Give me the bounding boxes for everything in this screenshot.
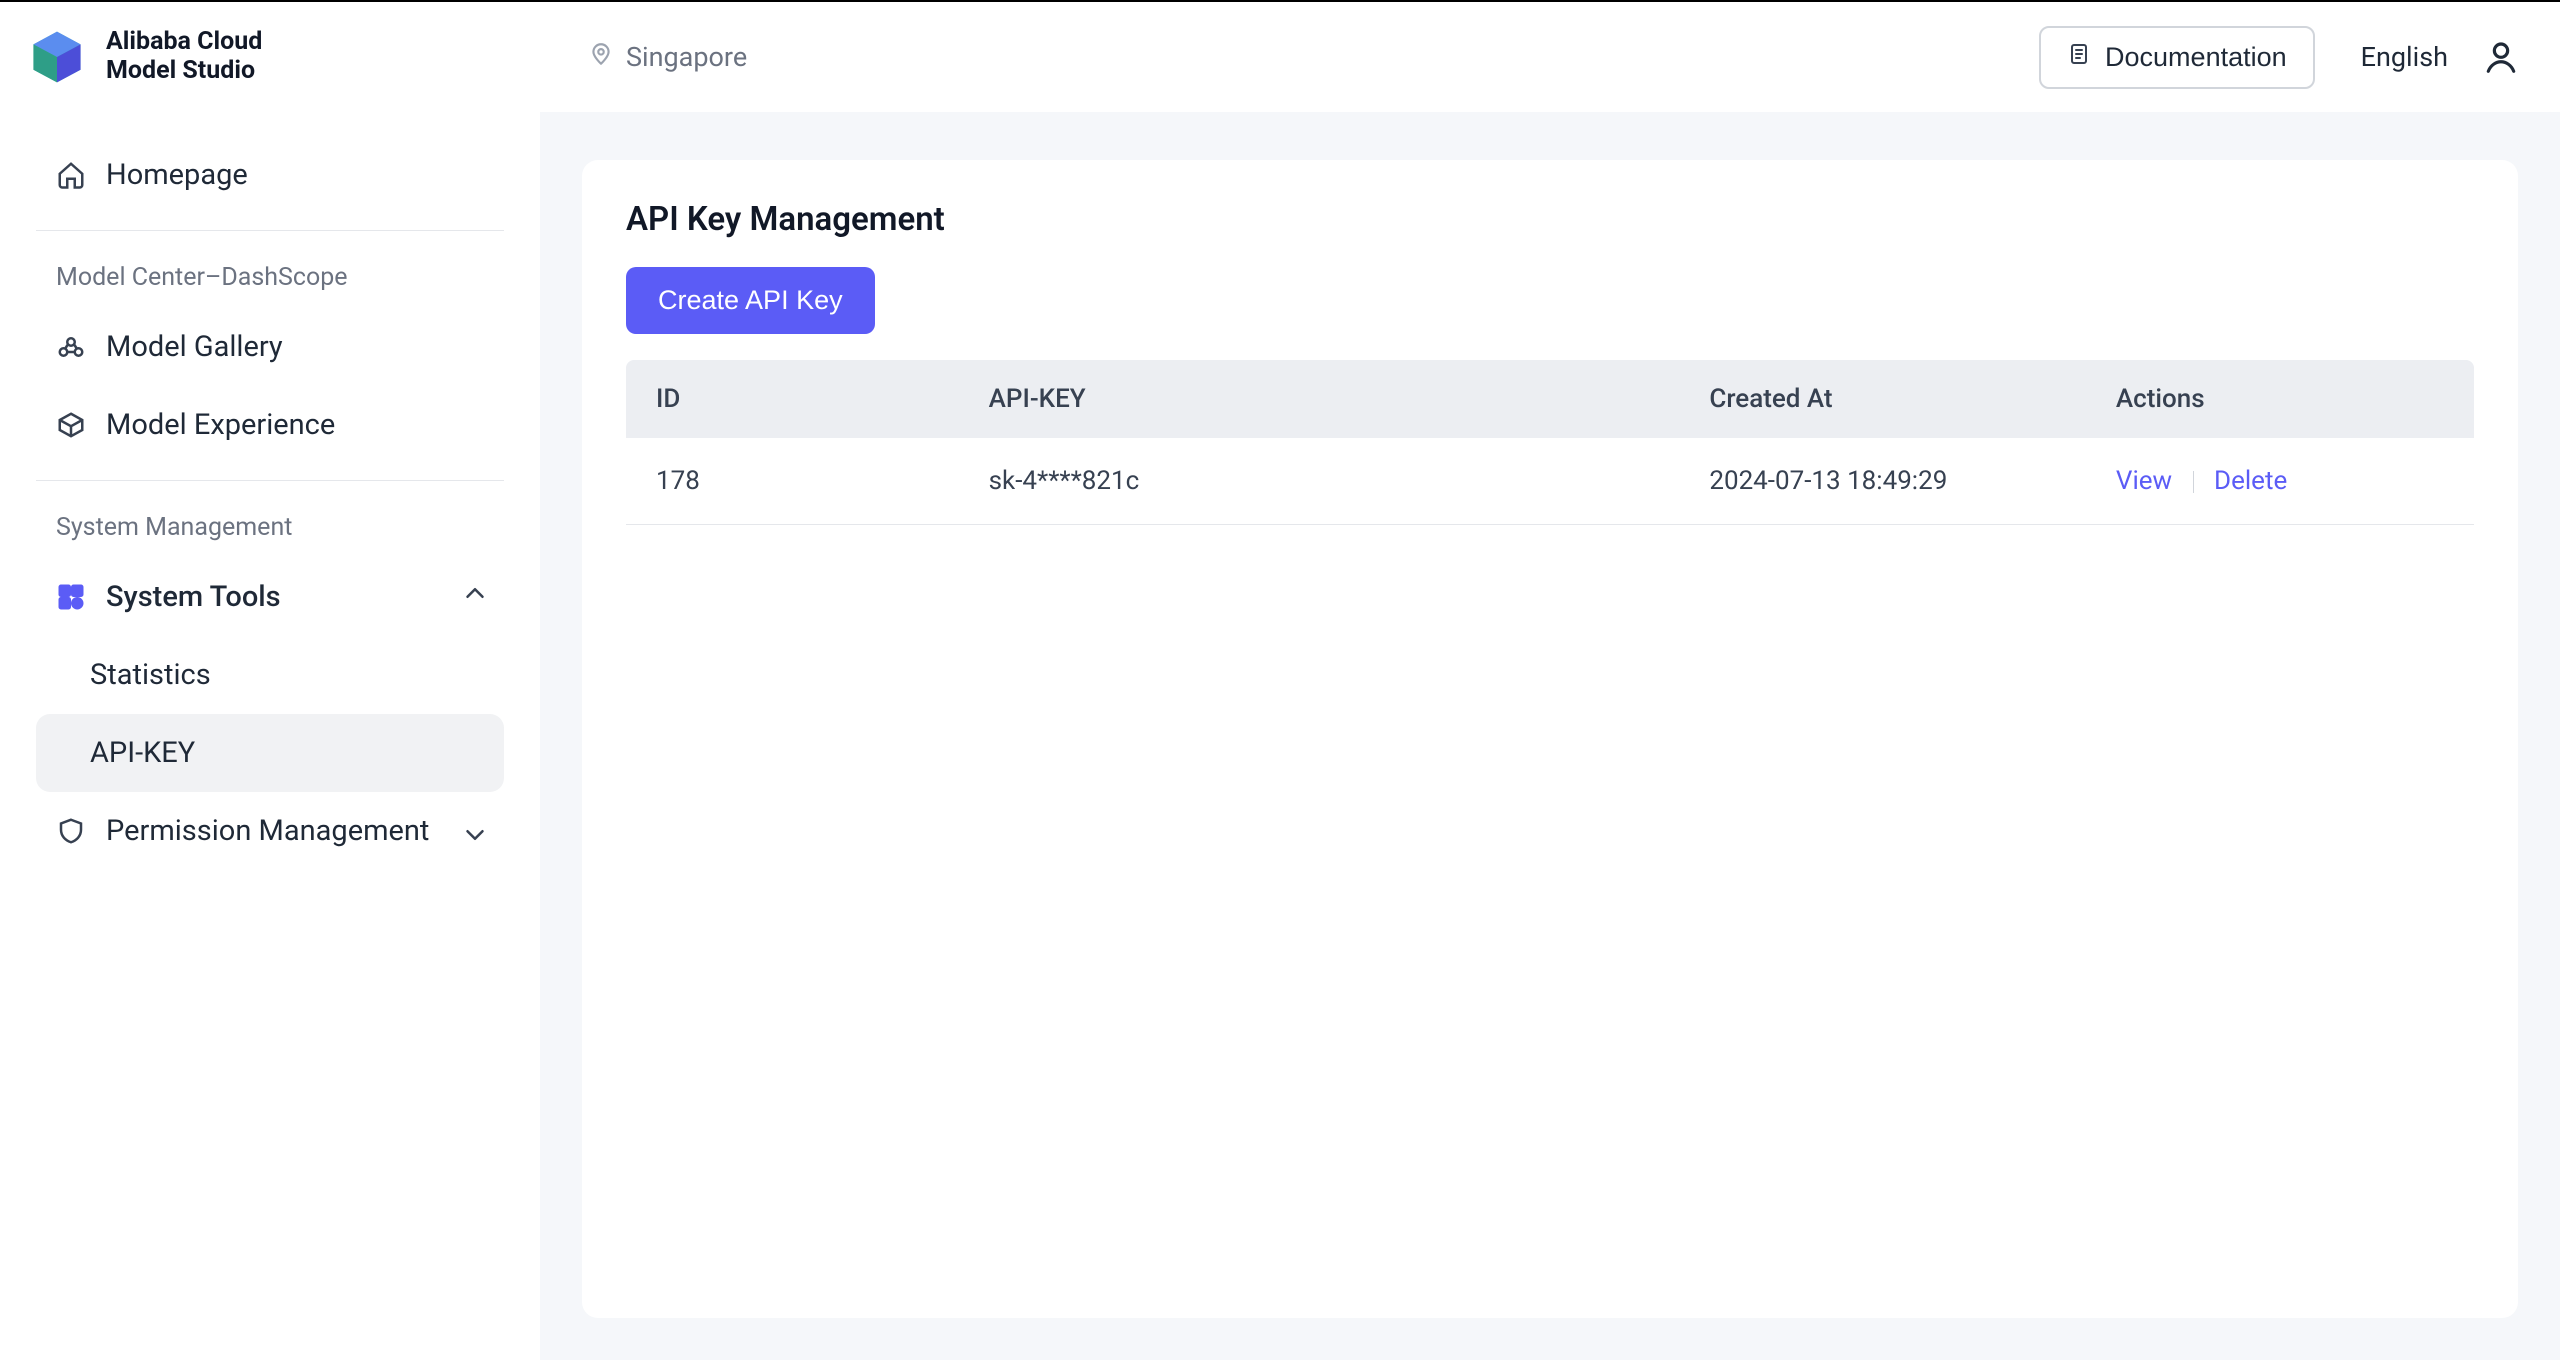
col-created-at: Created At [1679, 360, 2086, 438]
divider [36, 230, 504, 231]
topbar: Alibaba Cloud Model Studio Singapore Doc [0, 2, 2560, 112]
brand-line1: Alibaba Cloud [106, 28, 262, 57]
document-icon [2067, 42, 2091, 73]
sidebar-item-label: System Tools [106, 580, 281, 614]
shield-icon [56, 816, 86, 846]
tools-icon [56, 582, 86, 612]
cell-api-key: sk-4****821c [959, 438, 1680, 525]
action-separator [2193, 471, 2194, 493]
documentation-label: Documentation [2105, 42, 2287, 73]
sidebar-item-label: Permission Management [106, 814, 429, 848]
sidebar-item-homepage[interactable]: Homepage [36, 136, 504, 214]
sidebar-item-permission-management[interactable]: Permission Management [36, 792, 504, 870]
cell-created-at: 2024-07-13 18:49:29 [1679, 438, 2086, 525]
sidebar: Homepage Model Center–DashScope Model Ga… [0, 112, 540, 1360]
region-label: Singapore [626, 41, 747, 73]
gallery-icon [56, 332, 86, 362]
col-actions: Actions [2086, 360, 2474, 438]
chevron-down-icon [460, 812, 490, 850]
sidebar-section-model-center: Model Center–DashScope [36, 247, 504, 308]
col-id: ID [626, 360, 959, 438]
home-icon [56, 160, 86, 190]
sidebar-section-system-management: System Management [36, 497, 504, 558]
page-title: API Key Management [626, 200, 2474, 239]
cell-id: 178 [626, 438, 959, 525]
sidebar-item-statistics[interactable]: Statistics [36, 636, 504, 714]
sidebar-item-model-experience[interactable]: Model Experience [36, 386, 504, 464]
location-icon [588, 41, 614, 74]
cell-actions: View Delete [2086, 438, 2474, 525]
divider [36, 480, 504, 481]
chevron-up-icon [460, 578, 490, 616]
api-key-table: ID API-KEY Created At Actions 178 sk-4**… [626, 360, 2474, 525]
table-row: 178 sk-4****821c 2024-07-13 18:49:29 Vie… [626, 438, 2474, 525]
avatar[interactable] [2482, 38, 2520, 76]
brand[interactable]: Alibaba Cloud Model Studio [28, 28, 498, 86]
sidebar-item-label: API-KEY [90, 736, 195, 770]
card: API Key Management Create API Key ID API… [582, 160, 2518, 1318]
language-selector[interactable]: English [2361, 41, 2448, 73]
cube-icon [56, 410, 86, 440]
col-api-key: API-KEY [959, 360, 1680, 438]
sidebar-item-model-gallery[interactable]: Model Gallery [36, 308, 504, 386]
main: API Key Management Create API Key ID API… [540, 112, 2560, 1360]
brand-logo-icon [28, 28, 86, 86]
sidebar-item-label: Model Experience [106, 408, 335, 442]
region-selector[interactable]: Singapore [588, 41, 747, 74]
brand-line2: Model Studio [106, 57, 262, 86]
sidebar-item-label: Model Gallery [106, 330, 283, 364]
delete-link[interactable]: Delete [2214, 466, 2287, 496]
documentation-button[interactable]: Documentation [2039, 26, 2315, 89]
sidebar-item-api-key[interactable]: API-KEY [36, 714, 504, 792]
view-link[interactable]: View [2116, 466, 2172, 496]
sidebar-item-system-tools[interactable]: System Tools [36, 558, 504, 636]
table-header-row: ID API-KEY Created At Actions [626, 360, 2474, 438]
sidebar-item-label: Homepage [106, 158, 248, 192]
create-api-key-button[interactable]: Create API Key [626, 267, 875, 334]
sidebar-item-label: Statistics [90, 658, 211, 692]
